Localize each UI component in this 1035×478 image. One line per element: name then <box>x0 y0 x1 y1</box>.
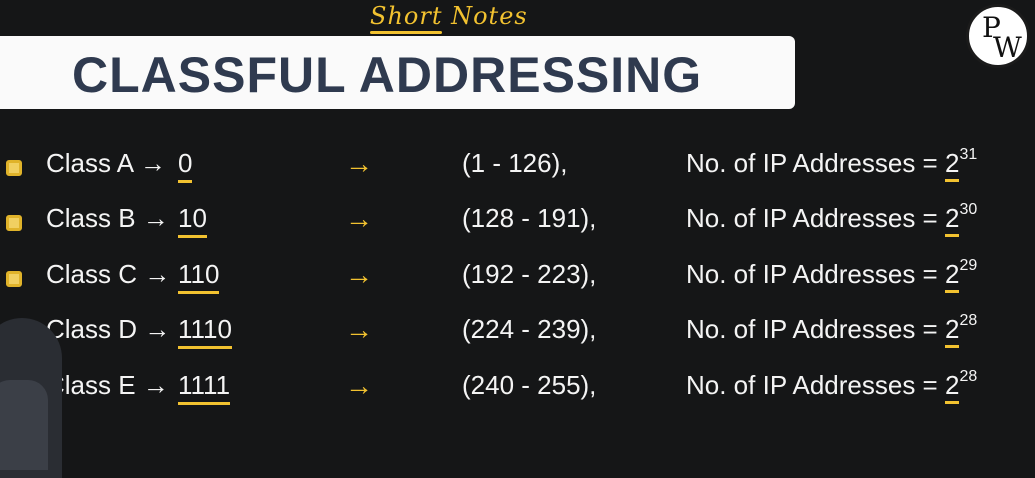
class-row-b: Class B → 10 → (128 - 191), No. of IP Ad… <box>0 201 1035 257</box>
class-row-c: Class C → 110 → (192 - 223), No. of IP A… <box>0 257 1035 313</box>
class-row-d: Class D → 1110 → (224 - 239), No. of IP … <box>0 312 1035 368</box>
address-count: No. of IP Addresses = 231 <box>686 146 978 182</box>
arrow-icon: → <box>345 203 373 234</box>
note-underline <box>370 31 442 34</box>
arrow-icon: → <box>345 259 373 290</box>
count-label: No. of IP Addresses = <box>686 259 938 289</box>
checkbox-bullet-icon <box>6 271 22 287</box>
ip-range: (128 - 191), <box>462 203 597 233</box>
leading-bits: 110 <box>178 259 220 294</box>
address-count: No. of IP Addresses = 229 <box>686 257 978 293</box>
class-label: Class D → <box>46 314 171 344</box>
address-count: No. of IP Addresses = 228 <box>686 312 978 348</box>
checkbox-bullet-icon <box>6 160 22 176</box>
ip-range: (240 - 255), <box>462 370 597 400</box>
arrow-icon: → <box>345 370 373 401</box>
page-title: CLASSFUL ADDRESSING <box>72 47 703 103</box>
arrow-icon: → <box>345 148 373 179</box>
class-row-a: Class A → 0 → (1 - 126), No. of IP Addre… <box>0 146 1035 202</box>
count-label: No. of IP Addresses = <box>686 314 938 344</box>
count-base: 2 <box>944 370 960 404</box>
count-exponent: 30 <box>959 201 978 218</box>
address-count: No. of IP Addresses = 228 <box>686 368 978 404</box>
count-base: 2 <box>944 314 960 348</box>
ip-range: (1 - 126), <box>462 148 568 178</box>
checkbox-bullet-icon <box>6 215 22 231</box>
leading-bits: 1111 <box>178 370 231 405</box>
count-exponent: 28 <box>959 368 978 385</box>
arrow-icon: → <box>345 314 373 345</box>
address-count: No. of IP Addresses = 230 <box>686 201 978 237</box>
class-label: Class E → <box>46 370 169 400</box>
leading-bits: 0 <box>178 148 193 183</box>
count-label: No. of IP Addresses = <box>686 203 938 233</box>
count-label: No. of IP Addresses = <box>686 370 938 400</box>
count-label: No. of IP Addresses = <box>686 148 938 178</box>
pw-logo-icon: P W <box>966 4 1030 68</box>
count-base: 2 <box>944 259 960 293</box>
logo-letter-w: W <box>993 31 1022 64</box>
count-exponent: 28 <box>959 312 978 329</box>
handwritten-short-notes: Short Notes <box>370 2 528 30</box>
leading-bits: 1110 <box>178 314 232 349</box>
class-label: Class A → <box>46 148 166 178</box>
count-exponent: 29 <box>959 257 978 274</box>
count-base: 2 <box>944 203 960 237</box>
class-row-e: Class E → 1111 → (240 - 255), No. of IP … <box>0 368 1035 424</box>
leading-bits: 10 <box>178 203 207 238</box>
count-exponent: 31 <box>959 146 978 163</box>
ip-range: (224 - 239), <box>462 314 597 344</box>
count-base: 2 <box>944 148 960 182</box>
class-label: Class B → <box>46 203 169 233</box>
ip-range: (192 - 223), <box>462 259 597 289</box>
class-label: Class C → <box>46 259 171 289</box>
